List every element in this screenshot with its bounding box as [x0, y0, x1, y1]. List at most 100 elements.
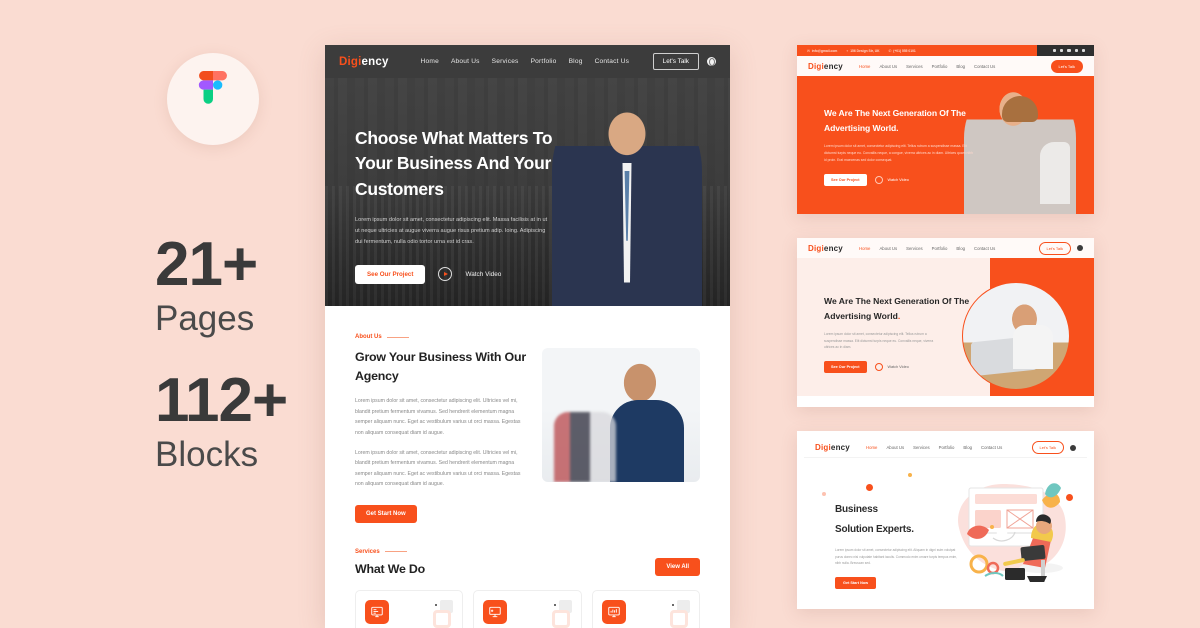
thumbnail-illustration-hero[interactable]: Digiency Home About Us Services Portfoli…: [797, 431, 1094, 609]
thumb3-heading-line1: Business: [835, 504, 878, 515]
nav-item-contact[interactable]: Contact Us: [595, 58, 630, 65]
thumb2-hero: We Are The Next Generation Of The Advert…: [797, 258, 1094, 396]
thumbnail-orange-hero[interactable]: ✉ info@gmail.com ⌖ 156 Design Str, UK ✆ …: [797, 45, 1094, 214]
thumb2-heading-dot: .: [897, 310, 901, 321]
thumb1-woman-photo: [964, 86, 1076, 214]
social-icons[interactable]: [1037, 45, 1094, 56]
service-card[interactable]: Game Design Mobile App, Website Lorem ip…: [473, 589, 582, 628]
topbar-email: info@gmail.com: [811, 48, 838, 53]
nav-item-blog[interactable]: Blog: [956, 246, 965, 251]
nav-item-home[interactable]: Home: [866, 445, 877, 450]
thumb1-topbar: ✉ info@gmail.com ⌖ 156 Design Str, UK ✆ …: [797, 45, 1094, 56]
nav-item-blog[interactable]: Blog: [956, 64, 965, 69]
thumbnail-circle-hero[interactable]: Digiency Home About Us Services Portfoli…: [797, 238, 1094, 407]
thumb1-cta-group: See Our Project Watch Video: [824, 173, 974, 186]
thumb1-copy: We Are The Next Generation Of The Advert…: [824, 106, 974, 186]
figma-icon: [198, 71, 227, 104]
game-design-icon: [483, 599, 508, 624]
hero-copy: Choose What Matters To Your Business And…: [355, 126, 565, 284]
brand-suffix: ency: [830, 443, 850, 452]
nav-item-portfolio[interactable]: Portfolio: [939, 445, 955, 450]
thumb3-nav-actions: Let's Talk: [1031, 441, 1076, 454]
about-section: About Us Grow Your Business With Our Age…: [325, 306, 730, 523]
lets-talk-button[interactable]: Let's Talk: [1038, 241, 1071, 255]
thumb2-heading-text: We Are The Next Generation Of The Advert…: [824, 296, 970, 321]
thumb3-body: Lorem ipsum dolor sit amet, consectetur …: [835, 548, 958, 566]
thumb1-nav-links: Home About Us Services Portfolio Blog Co…: [859, 64, 995, 69]
about-paragraph-1: Lorem ipsum dolor sit amet, consectetur …: [355, 398, 521, 436]
brand-prefix: Digi: [808, 243, 824, 253]
service-cards-row-1: UX Design Mobile App, Website Lorem ipsu…: [355, 589, 700, 628]
service-card[interactable]: UX Design Mobile App, Website Lorem ipsu…: [355, 589, 464, 628]
thumb1-nav-actions: Let's Talk: [1050, 59, 1083, 73]
brand-suffix: ency: [823, 243, 843, 253]
globe-icon[interactable]: [1070, 444, 1076, 451]
nav-item-contact[interactable]: Contact Us: [974, 246, 995, 251]
watch-video-link[interactable]: Watch Video: [465, 271, 501, 278]
about-team-photo: [542, 348, 700, 482]
play-circle-icon[interactable]: [438, 267, 453, 282]
main-nav-links: Home About Us Services Portfolio Blog Co…: [421, 58, 630, 65]
about-label: About Us: [355, 334, 526, 340]
view-all-button[interactable]: View All: [655, 557, 700, 576]
get-start-now-button[interactable]: Get Start Now: [355, 504, 417, 523]
thumb2-cta-group: See Our Project Watch Video: [824, 361, 976, 373]
nav-item-about[interactable]: About Us: [879, 64, 897, 69]
globe-icon[interactable]: [1077, 245, 1083, 251]
see-our-project-button[interactable]: See Our Project: [355, 264, 426, 284]
brand-prefix: Digi: [808, 61, 824, 71]
stat-blocks-number: 112+: [155, 366, 288, 435]
card-decoration: [425, 599, 454, 628]
lets-talk-button[interactable]: Let's Talk: [652, 53, 699, 70]
brand-prefix: Digi: [339, 55, 362, 68]
stat-pages: 21+ Pages: [155, 234, 258, 339]
services-label: Services: [355, 549, 425, 555]
address-info: ⌖ 156 Design Str, UK: [846, 48, 880, 53]
globe-icon[interactable]: [707, 57, 716, 66]
nav-item-services[interactable]: Services: [492, 58, 519, 65]
thumb2-nav-actions: Let's Talk: [1038, 241, 1083, 255]
brand-logo[interactable]: Digiency: [339, 56, 389, 68]
service-card[interactable]: Graphic Design Mobile App, Website Lorem…: [591, 589, 700, 628]
thumb3-copy: Business Solution Experts. Lorem ipsum d…: [835, 500, 961, 590]
nav-item-home[interactable]: Home: [421, 58, 439, 65]
see-our-project-button[interactable]: See Our Project: [824, 361, 867, 373]
ux-design-icon: [365, 599, 389, 624]
nav-item-about[interactable]: About Us: [451, 58, 480, 65]
nav-item-blog[interactable]: Blog: [963, 445, 972, 450]
thumb3-hero: Business Solution Experts. Lorem ipsum d…: [804, 458, 1087, 602]
twitter-icon: [1053, 48, 1057, 53]
watch-video-link[interactable]: Watch Video: [874, 175, 909, 184]
thumb2-nav-links: Home About Us Services Portfolio Blog Co…: [859, 246, 995, 251]
nav-item-services[interactable]: Services: [906, 246, 922, 251]
nav-item-about[interactable]: About Us: [886, 445, 904, 450]
see-our-project-button[interactable]: See Our Project: [824, 173, 867, 186]
thumb3-heading: Business Solution Experts.: [835, 500, 961, 539]
play-circle-icon: [874, 363, 883, 371]
nav-item-contact[interactable]: Contact Us: [981, 445, 1002, 450]
deco-dot: [822, 492, 826, 496]
lets-talk-button[interactable]: Let's Talk: [1050, 59, 1083, 73]
nav-item-about[interactable]: About Us: [879, 246, 897, 251]
nav-item-blog[interactable]: Blog: [569, 58, 583, 65]
nav-item-home[interactable]: Home: [859, 246, 870, 251]
nav-item-portfolio[interactable]: Portfolio: [932, 64, 948, 69]
nav-item-home[interactable]: Home: [859, 64, 870, 69]
get-start-now-button[interactable]: Get Start Now: [835, 577, 877, 590]
stat-pages-label: Pages: [155, 299, 255, 338]
brand-prefix: Digi: [815, 443, 831, 452]
stat-blocks: 112+ Blocks: [155, 366, 288, 475]
nav-item-portfolio[interactable]: Portfolio: [932, 246, 948, 251]
brand-logo[interactable]: Digiency: [808, 62, 843, 71]
nav-item-portfolio[interactable]: Portfolio: [531, 58, 557, 65]
brand-logo[interactable]: Digiency: [815, 443, 850, 452]
brand-logo[interactable]: Digiency: [808, 244, 843, 253]
thumb2-circular-photo: [962, 282, 1070, 390]
about-heading: Grow Your Business With Our Agency: [355, 350, 526, 384]
instagram-icon: [1067, 48, 1071, 53]
watch-video-link[interactable]: Watch Video: [874, 363, 909, 371]
lets-talk-button[interactable]: Let's Talk: [1031, 441, 1064, 454]
nav-item-services[interactable]: Services: [913, 445, 929, 450]
nav-item-services[interactable]: Services: [906, 64, 922, 69]
nav-item-contact[interactable]: Contact Us: [974, 64, 995, 69]
